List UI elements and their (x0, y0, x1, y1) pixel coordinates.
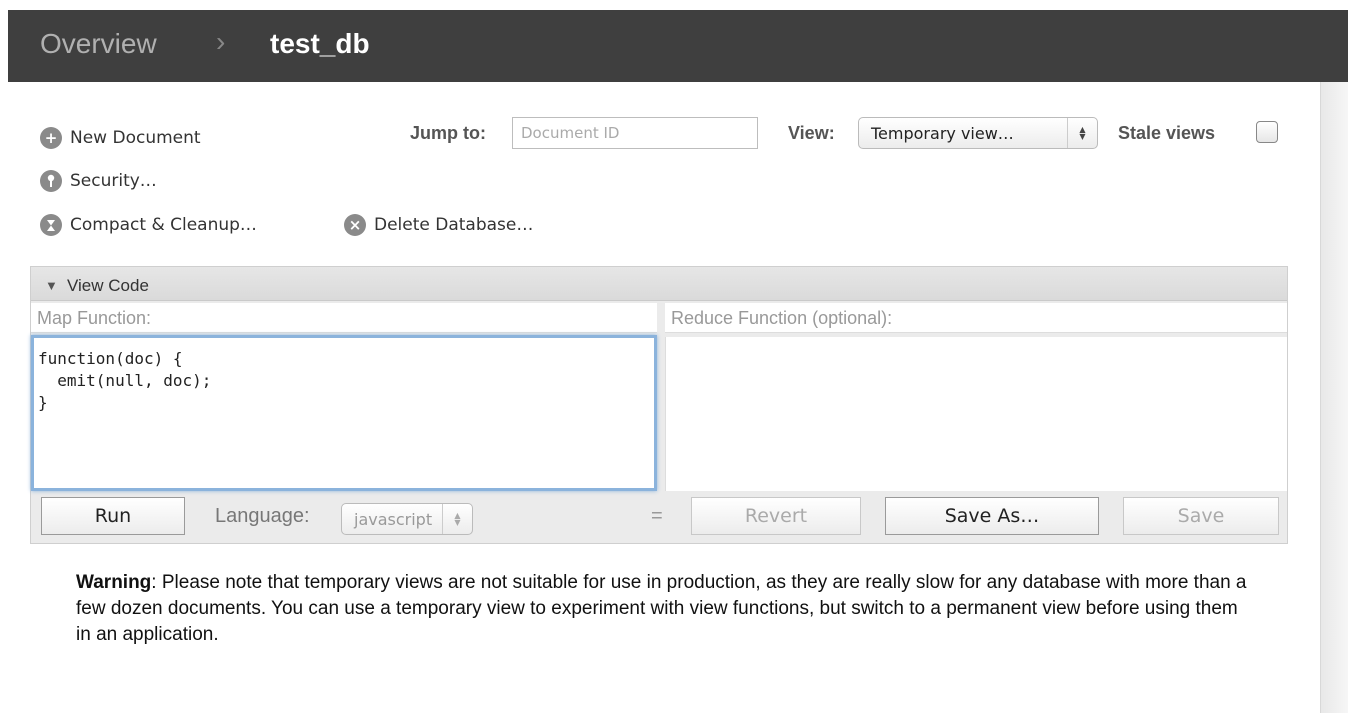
breadcrumb-overview-link[interactable]: Overview (40, 28, 157, 60)
security-button[interactable]: Security… (40, 170, 157, 192)
document-id-input[interactable] (512, 117, 758, 149)
hourglass-glyph-icon (47, 219, 55, 231)
save-as-button[interactable]: Save As… (885, 497, 1099, 535)
save-button[interactable]: Save (1123, 497, 1279, 535)
compact-cleanup-button[interactable]: Compact & Cleanup… (40, 214, 257, 236)
temporary-view-warning: Warning: Please note that temporary view… (76, 570, 1256, 648)
resize-handle-icon[interactable]: = (651, 505, 663, 528)
map-function-editor[interactable]: function(doc) { emit(null, doc); } (31, 335, 657, 491)
delete-database-label: Delete Database… (374, 215, 534, 235)
updown-arrows-icon: ▲ ▼ (442, 504, 472, 534)
stale-views-label: Stale views (1118, 123, 1216, 143)
run-button[interactable]: Run (41, 497, 185, 535)
language-select-value: javascript (354, 509, 433, 529)
reduce-function-editor[interactable] (665, 337, 1287, 491)
new-document-label: New Document (70, 128, 201, 148)
key-glyph-icon (47, 174, 55, 187)
plus-circle-icon: + (40, 127, 62, 149)
x-circle-icon: × (344, 214, 366, 236)
warning-text: : Please note that temporary views are n… (76, 572, 1247, 645)
view-code-header[interactable]: ▼ View Code (31, 267, 1287, 301)
warning-heading: Warning (76, 572, 152, 593)
view-select[interactable]: Temporary view… ▲ ▼ (858, 117, 1098, 149)
triangle-down-icon: ▼ (45, 278, 58, 293)
scrollbar-track[interactable] (1320, 82, 1348, 713)
view-code-panel: ▼ View Code Map Function: Reduce Functio… (30, 266, 1288, 544)
updown-arrows-icon: ▲ ▼ (1067, 118, 1097, 148)
security-label: Security… (70, 171, 157, 191)
stale-views-checkbox[interactable] (1256, 121, 1278, 143)
language-select[interactable]: javascript ▲ ▼ (341, 503, 473, 535)
revert-button[interactable]: Revert (691, 497, 861, 535)
language-label: Language: (215, 505, 310, 527)
hourglass-circle-icon (40, 214, 62, 236)
new-document-button[interactable]: + New Document (40, 127, 201, 149)
view-label: View: (788, 123, 835, 143)
map-function-label: Map Function: (31, 303, 657, 333)
breadcrumb-current-db: test_db (270, 28, 370, 59)
delete-database-button[interactable]: × Delete Database… (344, 214, 533, 236)
reduce-function-label: Reduce Function (optional): (665, 303, 1287, 333)
header-bar: Overview › test_db (8, 10, 1348, 82)
breadcrumb-separator-icon: › (216, 26, 226, 57)
top-strip (0, 0, 1348, 10)
compact-cleanup-label: Compact & Cleanup… (70, 215, 257, 235)
jump-to-label: Jump to: (410, 123, 486, 143)
view-select-value: Temporary view… (871, 123, 1014, 143)
view-code-title: View Code (67, 276, 149, 295)
key-circle-icon (40, 170, 62, 192)
